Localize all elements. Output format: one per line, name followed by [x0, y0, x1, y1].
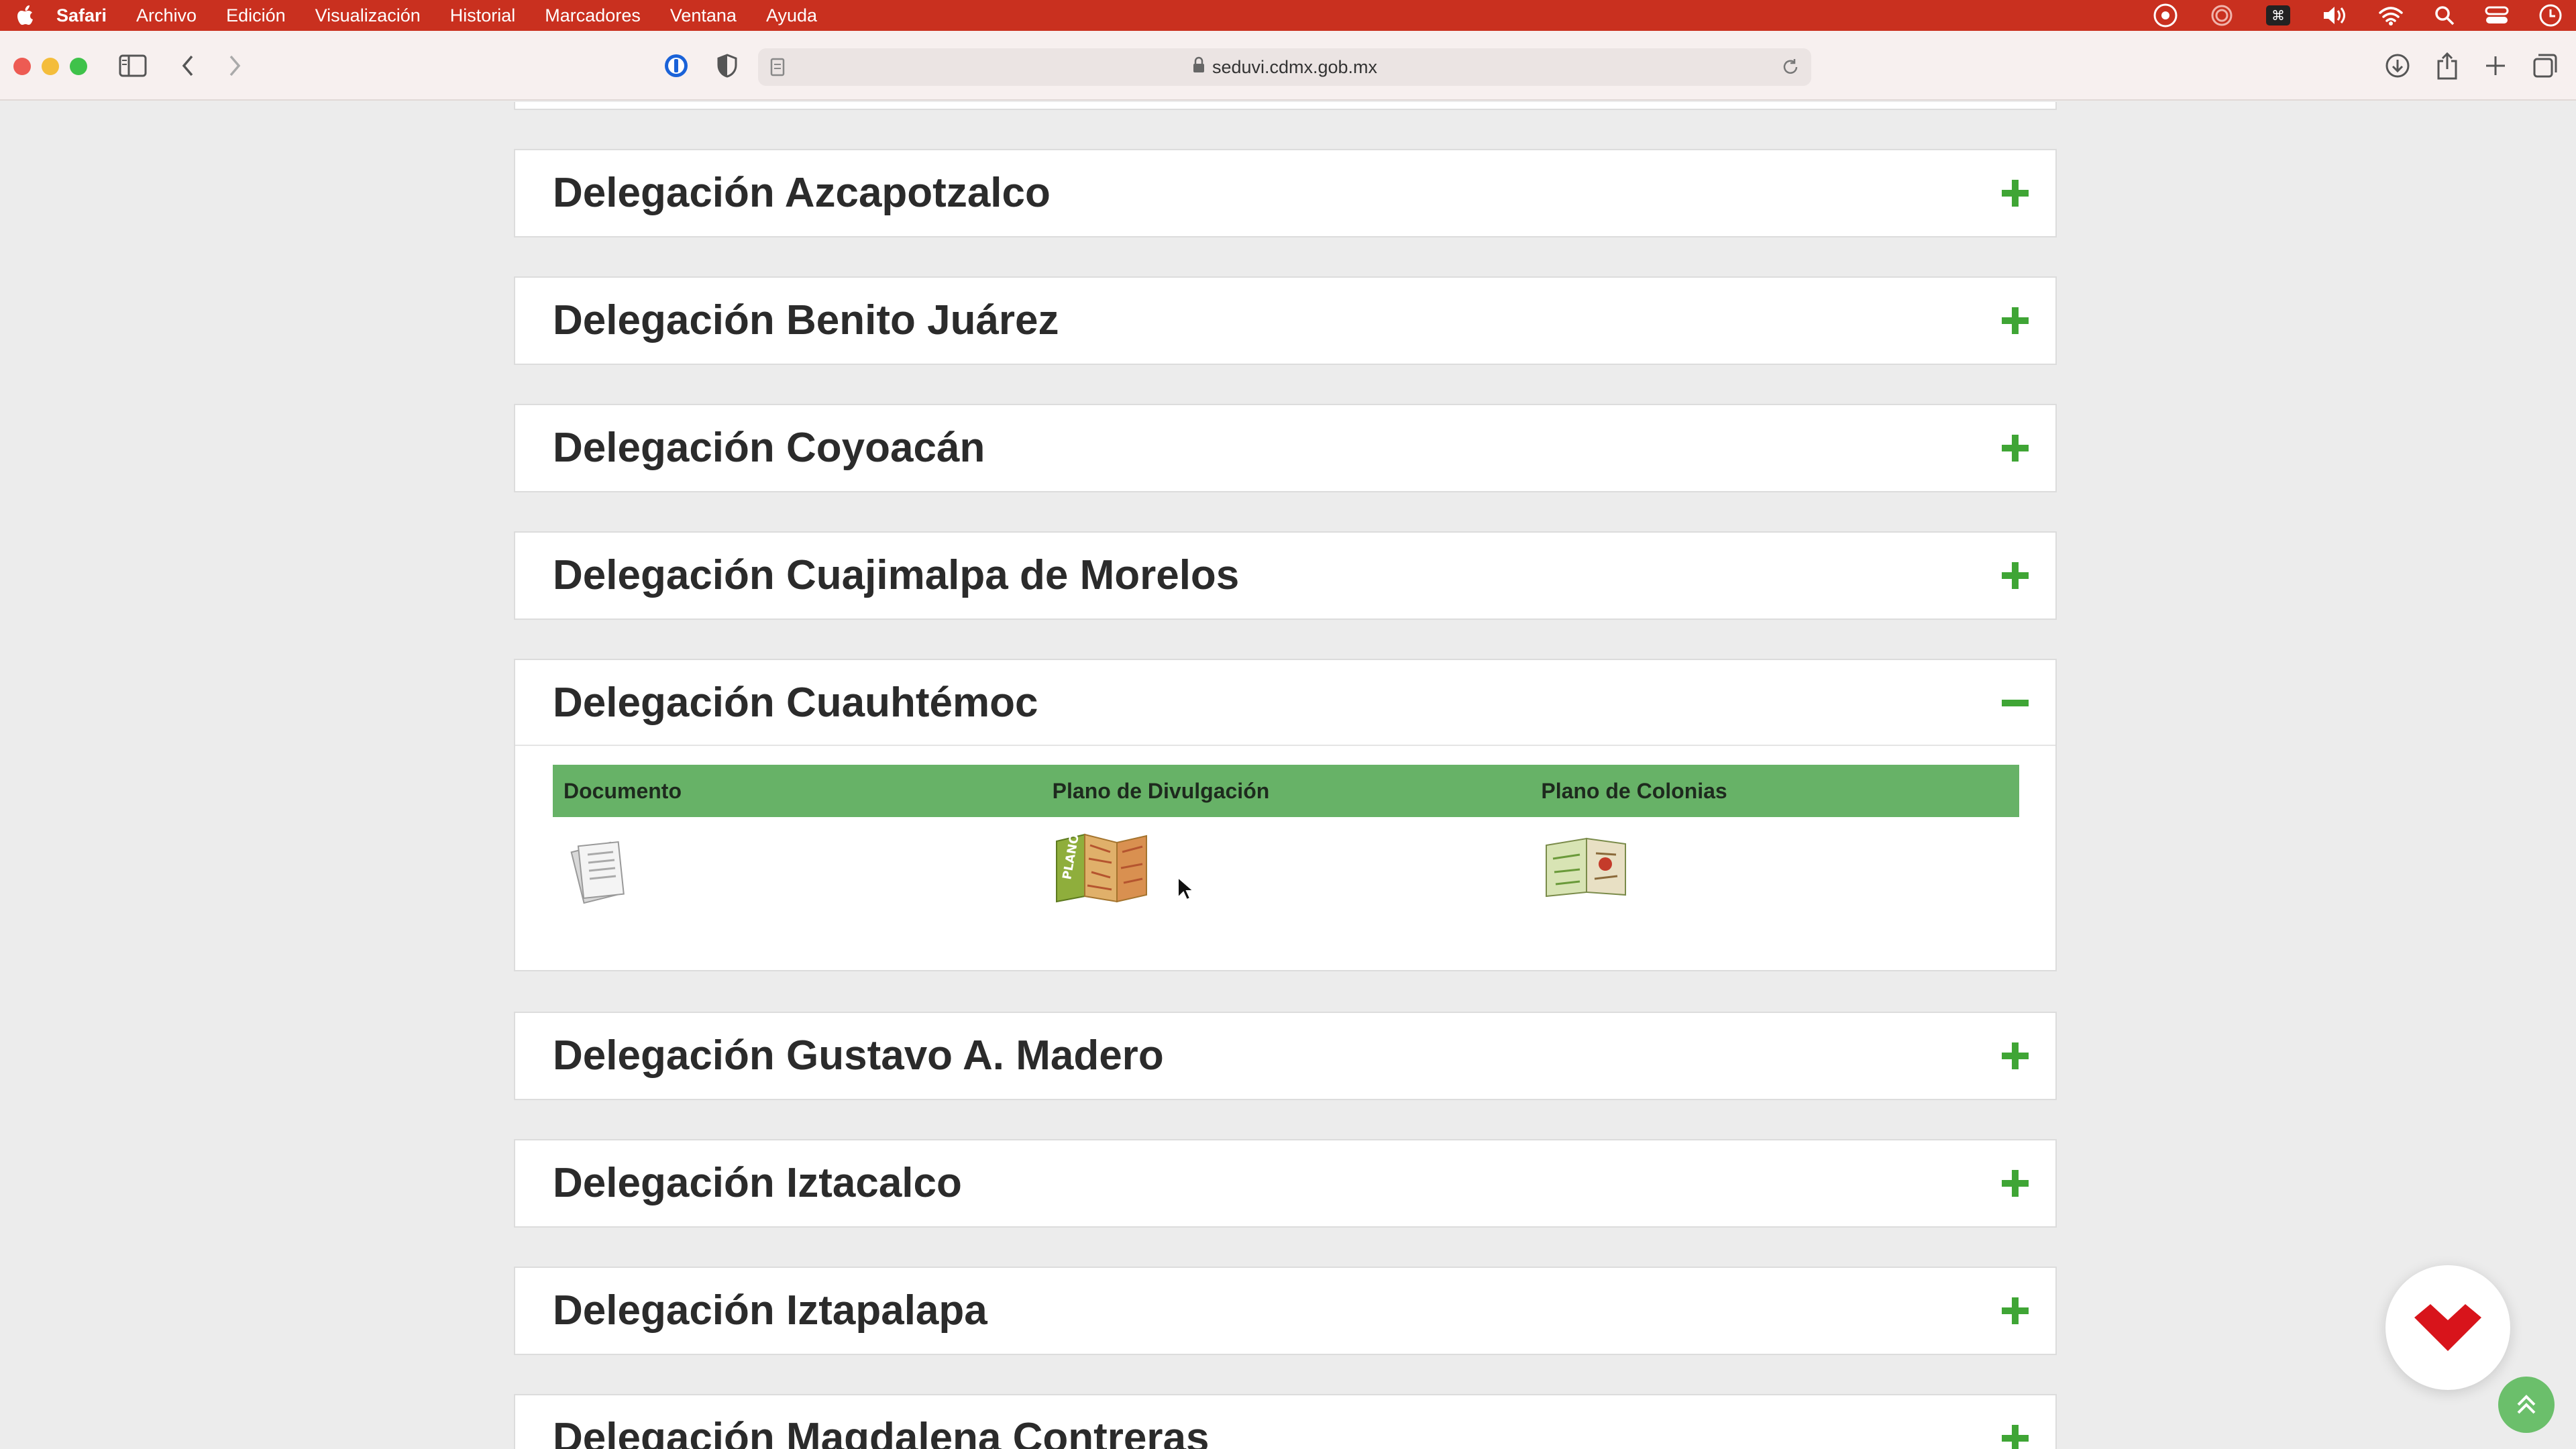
panel-iztacalco[interactable]: Delegación Iztacalco [514, 1139, 2057, 1228]
mouse-cursor-icon [1177, 875, 1195, 905]
command-icon[interactable]: ⌘ [2265, 4, 2292, 27]
scroll-to-top-button[interactable] [2498, 1377, 2555, 1433]
panel-title: Delegación Gustavo A. Madero [553, 1032, 1164, 1079]
apple-icon[interactable] [16, 4, 36, 27]
control-center-icon[interactable] [2485, 5, 2509, 26]
close-window-button[interactable] [13, 58, 31, 75]
downloads-icon[interactable] [2381, 50, 2414, 82]
new-tab-plus-icon[interactable] [2479, 50, 2512, 82]
panel-title: Delegación Iztapalapa [553, 1287, 987, 1334]
clock-icon[interactable] [2538, 3, 2563, 28]
menu-edicion[interactable]: Edición [226, 5, 286, 26]
column-header-plano-divulgacion: Plano de Divulgación [1052, 778, 1270, 803]
heart-logo-icon [2414, 1304, 2481, 1351]
menu-ventana[interactable]: Ventana [670, 5, 737, 26]
sync-icon[interactable] [2208, 2, 2235, 29]
address-bar[interactable]: seduvi.cdmx.gob.mx [758, 48, 1811, 86]
panel-cuajimalpa[interactable]: Delegación Cuajimalpa de Morelos [514, 531, 2057, 620]
panel-benito-juarez[interactable]: Delegación Benito Juárez [514, 276, 2057, 365]
map-plano-icon[interactable]: PLANO [1053, 832, 1153, 909]
floating-logo-button[interactable] [2385, 1265, 2510, 1390]
panel-cuauhtemoc[interactable]: Delegación Cuauhtémoc Documento Plano de… [514, 659, 2057, 971]
page-content: Delegación Azcapotzalco Delegación Benit… [0, 102, 2576, 1449]
expand-plus-icon[interactable] [2002, 1170, 2029, 1197]
panel-title: Delegación Coyoacán [553, 425, 985, 471]
back-chevron-icon[interactable] [172, 50, 204, 82]
expand-plus-icon[interactable] [2002, 1297, 2029, 1324]
search-icon[interactable] [2434, 5, 2455, 26]
volume-icon[interactable] [2321, 4, 2348, 27]
panel-iztapalapa[interactable]: Delegación Iztapalapa [514, 1267, 2057, 1355]
tab-overview-icon[interactable] [2529, 50, 2561, 82]
menu-archivo[interactable]: Archivo [136, 5, 197, 26]
menu-historial[interactable]: Historial [450, 5, 516, 26]
panel-azcapotzalco[interactable]: Delegación Azcapotzalco [514, 149, 2057, 237]
double-chevron-up-icon [2517, 1395, 2536, 1414]
document-icon[interactable] [564, 832, 637, 909]
forward-chevron-icon[interactable] [219, 50, 251, 82]
privacy-shield-icon[interactable] [711, 50, 743, 82]
wifi-icon[interactable] [2377, 5, 2404, 26]
expand-plus-icon[interactable] [2002, 435, 2029, 462]
expand-plus-icon[interactable] [2002, 1425, 2029, 1449]
menu-visualizacion[interactable]: Visualización [315, 5, 421, 26]
table-row: PLANO [553, 817, 2019, 918]
creative-cloud-icon[interactable] [2152, 2, 2179, 29]
sidebar-toggle-icon[interactable] [117, 50, 149, 82]
expand-plus-icon[interactable] [2002, 562, 2029, 589]
menu-bar: Safari Archivo Edición Visualización His… [0, 0, 2576, 31]
minimize-window-button[interactable] [42, 58, 59, 75]
previous-panel-bottom [514, 102, 2057, 110]
panel-title: Delegación Iztacalco [553, 1160, 962, 1206]
menu-safari[interactable]: Safari [56, 5, 107, 26]
panel-title: Delegación Cuajimalpa de Morelos [553, 552, 1240, 598]
panel-title: Delegación Magdalena Contreras [553, 1415, 1210, 1449]
panel-coyoacan[interactable]: Delegación Coyoacán [514, 404, 2057, 492]
zoom-window-button[interactable] [70, 58, 87, 75]
lock-icon [1192, 56, 1205, 78]
menu-marcadores[interactable]: Marcadores [545, 5, 641, 26]
panel-title: Delegación Cuauhtémoc [553, 680, 1038, 726]
panel-title: Delegación Benito Juárez [553, 297, 1059, 343]
onepassword-extension-icon[interactable] [660, 50, 692, 82]
expand-plus-icon[interactable] [2002, 180, 2029, 207]
panel-title: Delegación Azcapotzalco [553, 170, 1051, 216]
url-text: seduvi.cdmx.gob.mx [1212, 56, 1378, 77]
expand-plus-icon[interactable] [2002, 307, 2029, 334]
share-icon[interactable] [2431, 50, 2463, 82]
collapse-minus-icon[interactable] [2002, 690, 2029, 716]
panel-magdalena-contreras[interactable]: Delegación Magdalena Contreras [514, 1394, 2057, 1449]
expand-plus-icon[interactable] [2002, 1042, 2029, 1069]
panel-gustavo-madero[interactable]: Delegación Gustavo A. Madero [514, 1012, 2057, 1100]
reload-icon[interactable] [1780, 57, 1801, 80]
column-header-plano-colonias: Plano de Colonias [1541, 778, 1727, 803]
column-header-documento: Documento [564, 778, 682, 803]
table-header: Documento Plano de Divulgación Plano de … [553, 765, 2019, 817]
documents-table: Documento Plano de Divulgación Plano de … [553, 765, 2019, 918]
svg-text:⌘: ⌘ [2271, 7, 2285, 23]
colonias-map-icon[interactable] [1541, 832, 1635, 902]
menu-ayuda[interactable]: Ayuda [766, 5, 817, 26]
